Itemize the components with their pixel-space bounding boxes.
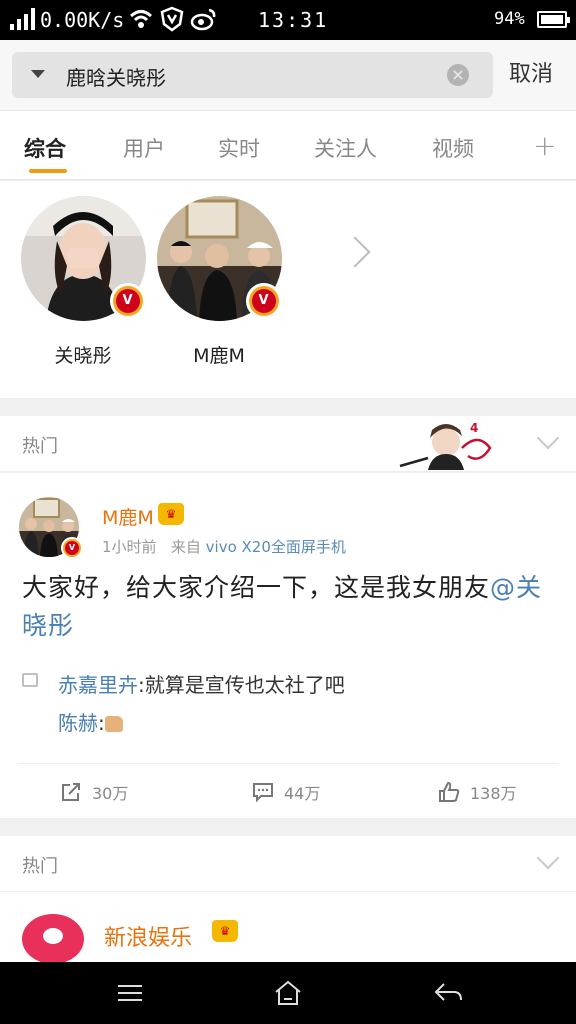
signal-icon — [10, 8, 35, 30]
search-type-dropdown-icon[interactable] — [31, 70, 45, 78]
status-bar: 0.00K/s 13:31 94% — [0, 0, 576, 40]
comment-icon — [253, 783, 273, 802]
section-header-hot: 热门 4 — [0, 416, 576, 472]
thumbs-up-icon — [439, 782, 460, 802]
comment-text: :就算是宣传也太社了吧 — [138, 673, 345, 697]
avatar[interactable]: V — [20, 196, 146, 321]
back-icon[interactable] — [428, 978, 468, 1008]
comment-item[interactable]: 赤嘉里卉:就算是宣传也太社了吧 — [58, 669, 345, 698]
repost-count: 30万 — [92, 784, 129, 803]
clear-icon[interactable]: × — [447, 64, 469, 86]
verified-badge-icon: V — [109, 283, 146, 319]
post-from-label: 来自 — [170, 538, 201, 556]
avatar[interactable]: V — [156, 196, 282, 321]
avatar[interactable]: V — [19, 497, 83, 559]
section-label: 热门 — [22, 856, 58, 877]
user-results: V 关晓彤 V M鹿M — [0, 181, 576, 398]
crown-icon: ♛ — [212, 920, 238, 942]
menu-icon[interactable] — [110, 978, 150, 1008]
comment-user[interactable]: 陈赫 — [58, 711, 98, 735]
weibo-icon — [190, 8, 216, 31]
system-nav-bar — [0, 962, 576, 1024]
user-name[interactable]: 关晓彤 — [18, 341, 148, 368]
add-tab-icon[interactable]: + — [533, 129, 556, 162]
post-meta: 1小时前 来自 vivo X20全面屏手机 — [102, 536, 346, 557]
cancel-button[interactable]: 取消 — [509, 56, 553, 88]
user-card[interactable]: V 关晓彤 — [18, 196, 148, 368]
post-actions: 30万 44万 138万 — [18, 763, 558, 817]
repost-button[interactable]: 30万 — [60, 780, 128, 804]
like-count: 138万 — [470, 784, 517, 803]
user-name[interactable]: M鹿M — [154, 341, 284, 368]
sina-ent-logo[interactable] — [22, 914, 84, 964]
comment-preview-icon — [22, 673, 38, 687]
search-input[interactable]: 鹿晗关晓彤 × — [12, 52, 493, 98]
post-author[interactable]: 新浪娱乐 — [104, 920, 192, 952]
net-speed: 0.00K/s — [40, 8, 125, 32]
chevron-down-icon[interactable] — [536, 846, 560, 870]
crown-icon: ♛ — [158, 503, 184, 525]
svg-text:4: 4 — [470, 421, 478, 435]
active-tab-indicator — [29, 169, 67, 173]
comment-text: : — [98, 711, 105, 735]
section-label: 热门 — [22, 436, 58, 457]
repost-icon — [62, 783, 80, 801]
verified-badge-icon: V — [61, 537, 83, 559]
post-time: 1小时前 — [102, 538, 157, 556]
verified-badge-icon: V — [245, 283, 282, 319]
chevron-down-icon[interactable] — [536, 426, 560, 450]
user-card[interactable]: V M鹿M — [154, 196, 284, 368]
tab-video[interactable]: 视频 — [432, 133, 474, 163]
promo-banner: 4 — [399, 421, 492, 470]
comment-item[interactable]: 陈赫: — [58, 707, 123, 736]
wifi-icon — [129, 10, 153, 28]
search-header: 鹿晗关晓彤 × 取消 — [0, 40, 576, 110]
search-tabs: 综合 用户 实时 关注人 视频 + — [0, 110, 576, 180]
comment-user[interactable]: 赤嘉里卉 — [58, 673, 138, 697]
battery-percent: 94% — [494, 9, 525, 29]
like-button[interactable]: 138万 — [438, 780, 517, 804]
post-body: 大家好，给大家介绍一下，这是我女朋友 — [22, 573, 491, 602]
thumbs-up-emoji-icon — [104, 716, 123, 732]
comment-count: 44万 — [284, 784, 321, 803]
tab-following[interactable]: 关注人 — [314, 133, 377, 163]
home-icon[interactable] — [268, 978, 308, 1008]
tab-users[interactable]: 用户 — [123, 133, 165, 163]
battery-icon — [537, 11, 570, 28]
post-source[interactable]: vivo X20全面屏手机 — [206, 538, 346, 556]
post-card[interactable]: V M鹿M ♛ 1小时前 来自 vivo X20全面屏手机 大家好，给大家介绍一… — [0, 473, 576, 818]
post-text: 大家好，给大家介绍一下，这是我女朋友@关晓彤 — [22, 569, 552, 645]
post-author[interactable]: M鹿M — [102, 503, 154, 530]
clock: 13:31 — [258, 8, 329, 32]
post-card[interactable]: 新浪娱乐 ♛ — [0, 892, 576, 964]
tab-realtime[interactable]: 实时 — [218, 133, 260, 163]
comment-button[interactable]: 44万 — [252, 780, 320, 804]
chevron-right-icon[interactable] — [339, 236, 371, 268]
tab-all[interactable]: 综合 — [24, 133, 66, 163]
search-query[interactable]: 鹿晗关晓彤 — [66, 62, 166, 91]
section-header-hot: 热门 — [0, 836, 576, 892]
shield-icon — [160, 6, 184, 32]
